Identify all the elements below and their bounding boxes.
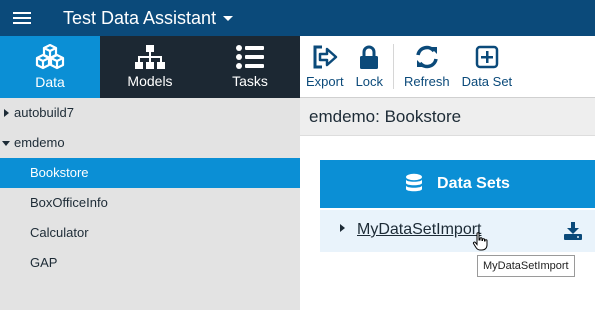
- tree-item-bookstore[interactable]: Bookstore: [0, 158, 300, 188]
- toolbar: Export Lock Refresh Data Set: [300, 36, 595, 98]
- add-square-icon: [475, 45, 499, 68]
- tree-item-boxofficeinfo[interactable]: BoxOfficeInfo: [0, 188, 300, 218]
- download-icon[interactable]: [563, 222, 583, 240]
- collapse-arrow-icon[interactable]: [2, 141, 10, 146]
- project-tree: autobuild7 emdemo Bookstore BoxOfficeInf…: [0, 98, 300, 310]
- data-sets-panel-header: Data Sets: [320, 160, 595, 208]
- app-title: Test Data Assistant: [63, 7, 217, 28]
- data-set-label: Data Set: [461, 73, 513, 89]
- refresh-button[interactable]: Refresh: [398, 36, 456, 97]
- tab-models-label: Models: [127, 73, 173, 89]
- sitemap-icon: [135, 45, 165, 69]
- lock-label: Lock: [355, 73, 384, 89]
- list-item: MyDataSetImport: [320, 210, 595, 252]
- lock-icon: [360, 45, 379, 69]
- hand-cursor-icon: [472, 232, 488, 251]
- tree-item-label: Bookstore: [30, 165, 89, 180]
- export-button[interactable]: Export: [300, 36, 350, 97]
- database-icon: [406, 173, 423, 192]
- refresh-icon: [416, 45, 438, 68]
- panel-title: Data Sets: [437, 175, 510, 192]
- breadcrumb: emdemo: Bookstore: [300, 98, 595, 136]
- tab-tasks-label: Tasks: [232, 73, 268, 89]
- tree-item-autobuild7[interactable]: autobuild7: [0, 98, 300, 128]
- export-label: Export: [306, 73, 344, 89]
- expand-arrow-icon[interactable]: [340, 224, 345, 232]
- tree-item-label: emdemo: [14, 135, 65, 150]
- tree-item-label: Calculator: [30, 225, 89, 240]
- app-title-dropdown[interactable]: Test Data Assistant: [63, 7, 234, 29]
- tree-item-calculator[interactable]: Calculator: [0, 218, 300, 248]
- tab-tasks[interactable]: Tasks: [200, 36, 300, 98]
- cubes-icon: [35, 44, 65, 70]
- tree-item-gap[interactable]: GAP: [0, 248, 300, 278]
- app-header: Test Data Assistant: [0, 0, 595, 36]
- tooltip: MyDataSetImport: [477, 255, 575, 277]
- tree-item-label: BoxOfficeInfo: [30, 195, 108, 210]
- export-icon: [313, 45, 338, 68]
- add-data-set-button[interactable]: Data Set: [456, 36, 519, 97]
- tree-item-label: GAP: [30, 255, 58, 270]
- tab-data[interactable]: Data: [0, 36, 100, 98]
- refresh-label: Refresh: [404, 73, 450, 89]
- tree-item-label: autobuild7: [14, 105, 74, 120]
- tab-data-label: Data: [35, 74, 65, 90]
- lock-button[interactable]: Lock: [350, 36, 389, 97]
- caret-down-icon: [223, 15, 234, 21]
- tree-item-emdemo[interactable]: emdemo: [0, 128, 300, 158]
- tab-models[interactable]: Models: [100, 36, 200, 98]
- expand-arrow-icon[interactable]: [4, 109, 9, 117]
- toolbar-divider: [393, 44, 395, 89]
- dataset-link[interactable]: MyDataSetImport: [357, 221, 481, 239]
- menu-icon[interactable]: [13, 12, 31, 24]
- main-content: emdemo: Bookstore Data Sets MyDataSetImp…: [300, 98, 595, 310]
- nav-tabs: Data Models Tasks: [0, 36, 300, 98]
- list-icon: [236, 45, 264, 69]
